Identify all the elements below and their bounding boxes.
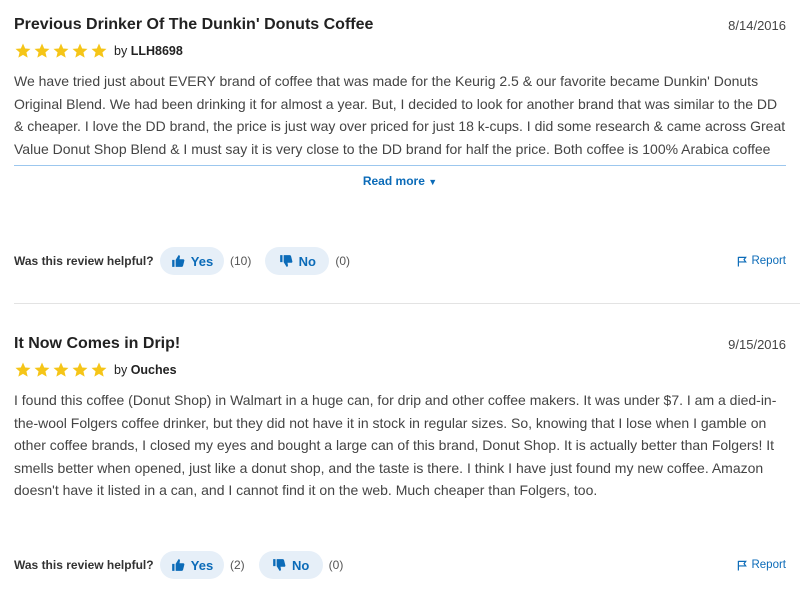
thumbs-down-icon [272, 558, 286, 572]
review-title: It Now Comes in Drip! [14, 335, 181, 352]
no-label: No [298, 253, 317, 269]
by-prefix: by [114, 363, 128, 377]
reviewer: by LLH8698 [114, 44, 183, 58]
reviewer: by Ouches [114, 363, 177, 377]
review-title: Previous Drinker Of The Dunkin' Donuts C… [14, 16, 374, 33]
review-card: Previous Drinker Of The Dunkin' Donuts C… [14, 16, 786, 286]
star-icon [90, 42, 108, 60]
review-date: 9/15/2016 [728, 337, 786, 352]
chevron-down-icon: ▼ [428, 177, 438, 187]
yes-vote-button[interactable]: Yes [160, 247, 224, 275]
report-label: Report [751, 559, 786, 571]
star-icon [14, 361, 32, 379]
review-date: 8/14/2016 [728, 18, 786, 33]
by-prefix: by [114, 44, 128, 58]
star-icon [52, 42, 70, 60]
rating-row: by LLH8698 [14, 42, 183, 60]
no-vote-button[interactable]: No [265, 247, 330, 275]
flag-icon [738, 256, 748, 267]
read-more-link[interactable]: Read more ▼ [14, 174, 786, 188]
review-divider [14, 303, 800, 304]
review-body: We have tried just about EVERY brand of … [14, 70, 786, 166]
star-icon [33, 42, 51, 60]
thumbs-up-icon [171, 254, 185, 268]
yes-count: (2) [230, 558, 245, 572]
no-count: (0) [328, 558, 344, 572]
thumbs-down-icon [279, 254, 293, 268]
read-more-label: Read more [362, 174, 425, 188]
star-icon [71, 42, 89, 60]
yes-label: Yes [190, 253, 214, 269]
reviewer-name: Ouches [130, 363, 177, 377]
helpful-row: Was this review helpful? Yes (2) No (0) … [14, 551, 786, 579]
no-vote-button[interactable]: No [258, 551, 323, 579]
thumbs-up-icon [171, 558, 185, 572]
yes-count: (10) [230, 254, 252, 268]
reviewer-name: LLH8698 [130, 44, 183, 58]
report-label: Report [751, 255, 786, 267]
rating-row: by Ouches [14, 361, 177, 379]
yes-label: Yes [190, 557, 214, 573]
star-icon [90, 361, 108, 379]
star-rating [14, 361, 108, 379]
no-label: No [292, 557, 310, 573]
review-card: It Now Comes in Drip! 9/15/2016 by Ouche… [14, 335, 786, 590]
yes-vote-button[interactable]: Yes [160, 551, 224, 579]
review-body: I found this coffee (Donut Shop) in Walm… [14, 392, 777, 498]
star-icon [33, 361, 51, 379]
helpful-label: Was this review helpful? [14, 558, 154, 572]
flag-icon [738, 560, 748, 571]
helpful-label: Was this review helpful? [14, 254, 154, 268]
report-link[interactable]: Report [737, 255, 786, 267]
star-icon [14, 42, 32, 60]
report-link[interactable]: Report [737, 559, 786, 571]
helpful-row: Was this review helpful? Yes (10) No (0)… [14, 247, 786, 275]
star-icon [52, 361, 70, 379]
no-count: (0) [335, 254, 351, 268]
star-icon [71, 361, 89, 379]
star-rating [14, 42, 108, 60]
